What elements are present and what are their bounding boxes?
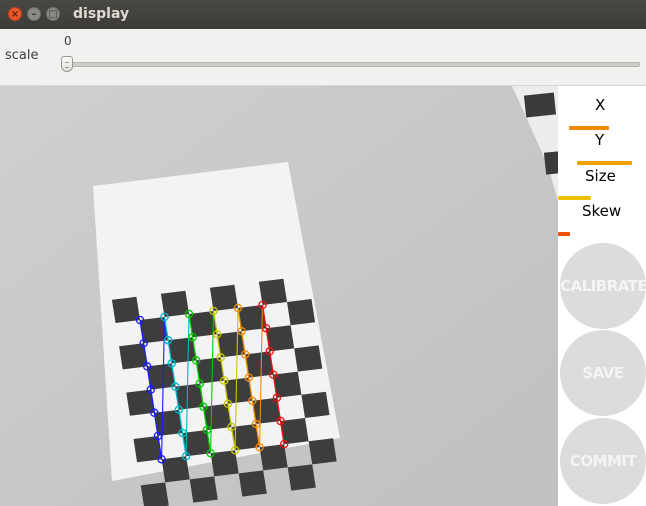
scale-label: scale: [5, 48, 39, 63]
metric-y-bar: [577, 161, 632, 165]
checkerboard-square: [238, 470, 267, 497]
metric-x-bar: [569, 126, 609, 130]
window-title: display: [73, 6, 130, 22]
checkerboard-square: [111, 296, 140, 323]
maximize-window-button[interactable]: □: [46, 7, 60, 21]
metric-x-label: X: [595, 96, 606, 114]
checkerboard-square: [140, 482, 169, 506]
scale-value: 0: [64, 34, 72, 48]
camera-image: [0, 86, 558, 506]
checkerboard-square: [287, 464, 316, 491]
window-titlebar: × – □ display: [0, 0, 646, 29]
checkerboard-square: [189, 476, 218, 503]
checkerboard-square: [301, 391, 330, 418]
scale-slider-thumb[interactable]: [61, 56, 73, 72]
checkerboard-square: [294, 345, 323, 372]
close-window-button[interactable]: ×: [8, 7, 22, 21]
minimize-window-button[interactable]: –: [27, 7, 41, 21]
metric-skew-bar: [558, 232, 570, 236]
camera-view: [0, 86, 558, 506]
scale-toolbar: scale 0: [0, 29, 646, 86]
metric-y-label: Y: [595, 131, 605, 149]
calibration-panel: X Y Size Skew CALIBRATE SAVE COMMIT: [558, 86, 646, 506]
calibrate-button[interactable]: CALIBRATE: [560, 243, 646, 329]
checkerboard-square: [287, 299, 316, 326]
commit-button[interactable]: COMMIT: [560, 418, 646, 504]
save-button[interactable]: SAVE: [560, 330, 646, 416]
metric-skew-label: Skew: [582, 202, 622, 220]
metric-size-bar: [558, 196, 591, 200]
metric-size-label: Size: [585, 167, 616, 185]
checkerboard-square: [308, 438, 337, 465]
scale-slider-track[interactable]: [62, 62, 640, 67]
